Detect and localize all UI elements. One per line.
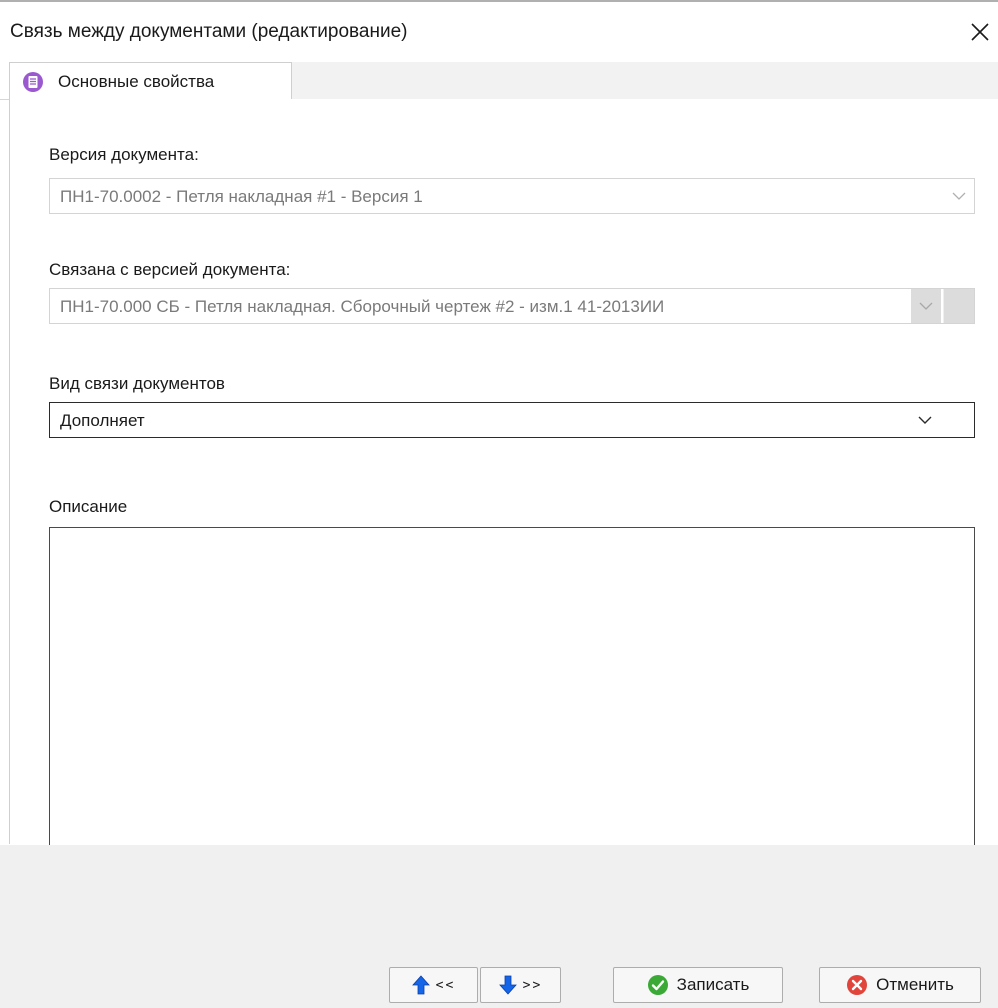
arrow-down-icon (498, 975, 517, 995)
window-top-border (0, 0, 998, 2)
close-button[interactable] (962, 14, 998, 50)
link-type-dropdown-button[interactable] (910, 403, 940, 437)
save-button[interactable]: Записать (613, 967, 783, 1003)
chevron-down-icon (952, 192, 966, 200)
cancel-button[interactable]: Отменить (819, 967, 981, 1003)
dialog-title: Связь между документами (редактирование) (10, 21, 408, 42)
link-type-browse-button[interactable] (942, 403, 972, 437)
doc-version-select[interactable]: ПН1-70.0002 - Петля накладная #1 - Верси… (49, 178, 975, 214)
save-button-label: Записать (676, 975, 750, 994)
document-list-icon (23, 71, 43, 92)
ellipsis-icon (958, 305, 961, 308)
arrow-up-icon (411, 975, 430, 995)
linked-version-select[interactable]: ПН1-70.000 СБ - Петля накладная. Сборочн… (49, 288, 975, 324)
linked-version-label: Связана с версией документа: (49, 260, 291, 279)
chevron-down-icon (919, 302, 933, 310)
doc-version-dropdown-button[interactable] (944, 179, 974, 213)
doc-version-value: ПН1-70.0002 - Петля накладная #1 - Верси… (60, 187, 423, 206)
doc-version-label: Версия документа: (49, 145, 199, 164)
linked-version-browse-button[interactable] (943, 289, 974, 323)
tabstrip-background (292, 62, 998, 99)
link-type-select[interactable]: Дополняет (49, 402, 975, 438)
prev-record-label: << (435, 977, 456, 993)
next-record-label: >> (522, 977, 543, 993)
check-circle-icon (647, 975, 668, 995)
linked-version-value: ПН1-70.000 СБ - Петля накладная. Сборочн… (60, 297, 665, 316)
description-textarea[interactable] (49, 527, 975, 863)
cancel-button-label: Отменить (876, 975, 954, 994)
ellipsis-icon (956, 419, 959, 422)
close-icon (971, 23, 989, 41)
next-record-button[interactable]: >> (480, 967, 561, 1003)
tab-label: Основные свойства (58, 71, 215, 91)
link-type-value: Дополняет (60, 411, 145, 430)
link-type-label: Вид связи документов (49, 374, 225, 393)
chevron-down-icon (918, 416, 932, 424)
linked-version-dropdown-button[interactable] (911, 289, 941, 323)
cancel-circle-icon (847, 975, 868, 995)
prev-record-button[interactable]: << (389, 967, 478, 1003)
tab-main-properties[interactable]: Основные свойства (9, 62, 292, 100)
description-label: Описание (49, 497, 128, 516)
